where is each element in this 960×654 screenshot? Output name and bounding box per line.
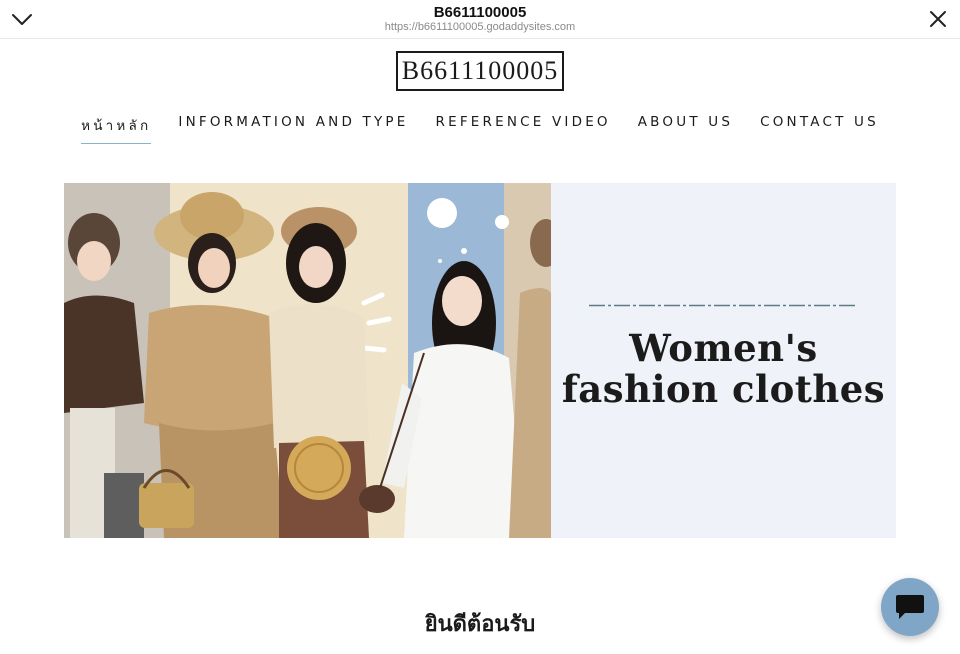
hero-section: Women's fashion clothes bbox=[64, 183, 896, 538]
hero-photo bbox=[64, 183, 551, 538]
chat-bubble-icon bbox=[896, 595, 924, 619]
browser-page-title: B6611100005 bbox=[433, 4, 527, 21]
welcome-heading: ยินดีต้อนรับ bbox=[424, 612, 536, 637]
hero-text-panel: Women's fashion clothes bbox=[551, 183, 896, 538]
browser-sheet-header: B6611100005 https://b6611100005.godaddys… bbox=[0, 0, 960, 39]
nav-item-contact-us[interactable]: CONTACT US bbox=[760, 112, 879, 144]
nav-item-about-us[interactable]: ABOUT US bbox=[638, 112, 733, 144]
nav-item-reference-video[interactable]: REFERENCE VIDEO bbox=[436, 112, 611, 144]
main-nav: หน้าหลัก INFORMATION AND TYPE REFERENCE … bbox=[0, 112, 960, 144]
chat-button[interactable] bbox=[881, 578, 939, 636]
close-icon[interactable] bbox=[928, 9, 948, 29]
nav-item-information-and-type[interactable]: INFORMATION AND TYPE bbox=[178, 112, 408, 144]
decorative-dash-divider bbox=[589, 304, 857, 307]
nav-item-home[interactable]: หน้าหลัก bbox=[81, 112, 152, 144]
hero-headline: Women's fashion clothes bbox=[561, 326, 886, 411]
browser-url: https://b6611100005.godaddysites.com bbox=[384, 21, 576, 33]
site-logo[interactable]: B6611100005 bbox=[396, 51, 564, 91]
